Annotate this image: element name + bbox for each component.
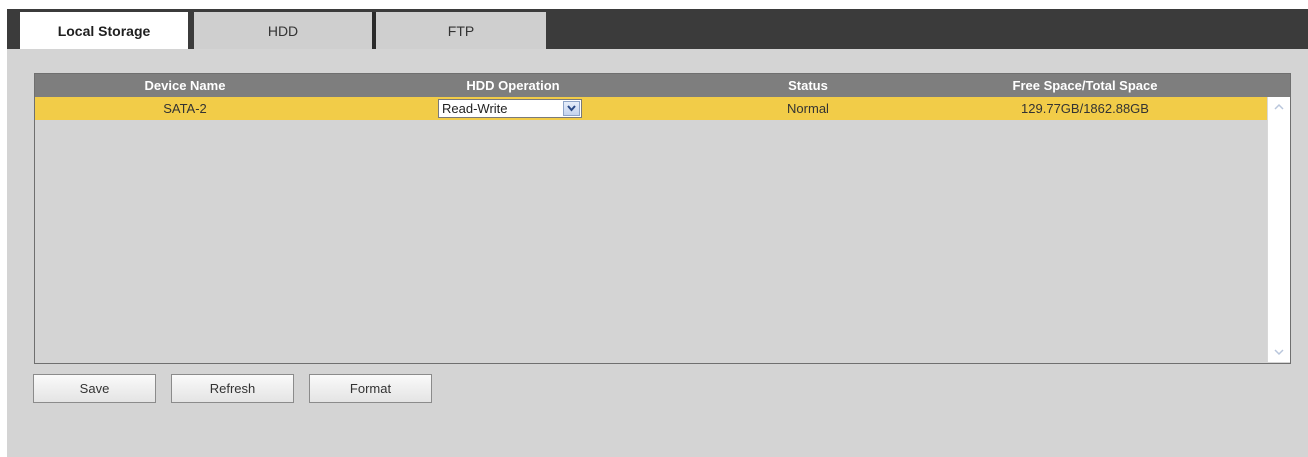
storage-table: Device Name HDD Operation Status Free Sp… bbox=[34, 73, 1291, 364]
format-button[interactable]: Format bbox=[309, 374, 432, 403]
table-row[interactable]: SATA-2 Read-Write Normal 129.77GB/1862.8… bbox=[35, 97, 1267, 120]
save-button[interactable]: Save bbox=[33, 374, 156, 403]
cell-device-name: SATA-2 bbox=[163, 101, 207, 116]
table-scrollbar[interactable] bbox=[1267, 97, 1290, 362]
header-hdd-operation: HDD Operation bbox=[466, 78, 560, 93]
tab-local-storage[interactable]: Local Storage bbox=[20, 12, 188, 49]
cell-free-total-space: 129.77GB/1862.88GB bbox=[1021, 101, 1149, 116]
scroll-up-icon[interactable] bbox=[1270, 98, 1287, 115]
header-free-total-space: Free Space/Total Space bbox=[1012, 78, 1158, 93]
scroll-down-icon[interactable] bbox=[1270, 344, 1287, 361]
storage-panel: Local Storage HDD FTP Device Name HDD Op… bbox=[7, 9, 1308, 457]
hdd-operation-select[interactable]: Read-Write bbox=[438, 99, 582, 118]
chevron-down-icon[interactable] bbox=[563, 101, 580, 116]
tab-ftp[interactable]: FTP bbox=[376, 12, 546, 49]
tab-bar: Local Storage HDD FTP bbox=[7, 9, 1308, 49]
header-status: Status bbox=[788, 78, 828, 93]
table-header: Device Name HDD Operation Status Free Sp… bbox=[35, 74, 1290, 97]
tab-hdd[interactable]: HDD bbox=[194, 12, 372, 49]
cell-status: Normal bbox=[787, 101, 829, 116]
header-device-name: Device Name bbox=[144, 78, 226, 93]
refresh-button[interactable]: Refresh bbox=[171, 374, 294, 403]
hdd-operation-value: Read-Write bbox=[442, 101, 508, 116]
